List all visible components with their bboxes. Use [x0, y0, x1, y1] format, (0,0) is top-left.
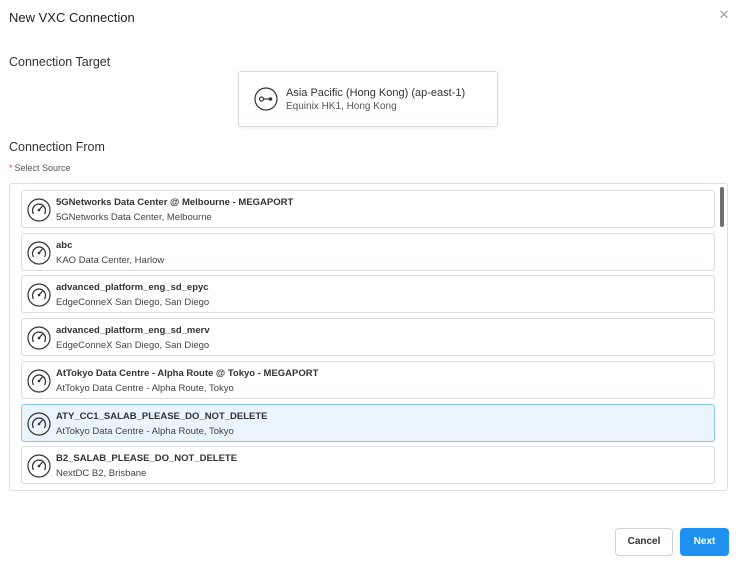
router-icon — [27, 326, 51, 350]
cancel-button[interactable]: Cancel — [615, 528, 673, 556]
source-item-location: EdgeConneX San Diego, San Diego — [56, 297, 210, 309]
source-item-location: NextDC B2, Brisbane — [56, 468, 147, 480]
source-item-location: AtTokyo Data Centre - Alpha Route, Tokyo — [56, 425, 234, 437]
router-icon — [27, 454, 51, 478]
source-list-item[interactable]: advanced_platform_eng_sd_merv EdgeConneX … — [21, 318, 715, 357]
select-source-label: * Select Source — [9, 163, 71, 173]
dialog-title: New VXC Connection — [9, 10, 135, 25]
source-item-name: AtTokyo Data Centre - Alpha Route @ Toky… — [56, 367, 319, 379]
required-marker: * — [9, 163, 13, 173]
connection-target-card: Asia Pacific (Hong Kong) (ap-east-1) Equ… — [238, 71, 498, 127]
connection-endpoint-icon — [254, 87, 278, 111]
source-list-item[interactable]: 5GNetworks Data Center @ Melbourne - MEG… — [21, 190, 715, 228]
source-item-name: advanced_platform_eng_sd_epyc — [56, 282, 209, 294]
source-item-location: AtTokyo Data Centre - Alpha Route, Tokyo — [56, 382, 234, 394]
source-list-item[interactable]: abc KAO Data Center, Harlow — [21, 232, 715, 271]
source-item-name: B2_SALAB_PLEASE_DO_NOT_DELETE — [56, 453, 238, 465]
router-icon — [27, 369, 51, 393]
router-icon — [27, 411, 51, 436]
target-name: Asia Pacific (Hong Kong) (ap-east-1) — [286, 87, 466, 99]
source-item-name: 5GNetworks Data Center @ Melbourne - MEG… — [56, 197, 294, 208]
router-icon — [27, 198, 51, 222]
source-item-location: KAO Data Center, Harlow — [56, 254, 165, 266]
router-icon — [27, 283, 51, 307]
source-item-location: 5GNetworks Data Center, Melbourne — [56, 212, 212, 223]
source-item-name: ATY_CC1_SALAB_PLEASE_DO_NOT_DELETE — [56, 410, 268, 422]
source-list-item[interactable]: advanced_platform_eng_sd_epyc EdgeConneX … — [21, 275, 715, 314]
close-icon[interactable]: ✕ — [716, 7, 732, 23]
connection-target-label: Connection Target — [9, 55, 111, 69]
connection-from-label: Connection From — [9, 140, 105, 154]
source-list-item[interactable]: AtTokyo Data Centre - Alpha Route @ Toky… — [21, 360, 715, 399]
source-item-location: EdgeConneX San Diego, San Diego — [56, 340, 210, 352]
source-item-name: advanced_platform_eng_sd_merv — [56, 325, 210, 337]
router-icon — [27, 241, 51, 265]
source-list-item[interactable]: ATY_CC1_SALAB_PLEASE_DO_NOT_DELETE AtToky… — [21, 403, 715, 442]
scrollbar-thumb[interactable] — [720, 187, 724, 227]
select-source-text: Select Source — [14, 163, 71, 173]
next-button[interactable]: Next — [680, 528, 729, 556]
source-item-name: abc — [56, 239, 73, 251]
source-list-content: 5GNetworks Data Center @ Melbourne - MEG… — [10, 184, 727, 490]
source-list-item[interactable]: B2_SALAB_PLEASE_DO_NOT_DELETE NextDC B2, … — [21, 446, 715, 485]
source-list[interactable]: 5GNetworks Data Center @ Melbourne - MEG… — [9, 183, 728, 491]
target-location: Equinix HK1, Hong Kong — [286, 101, 397, 112]
